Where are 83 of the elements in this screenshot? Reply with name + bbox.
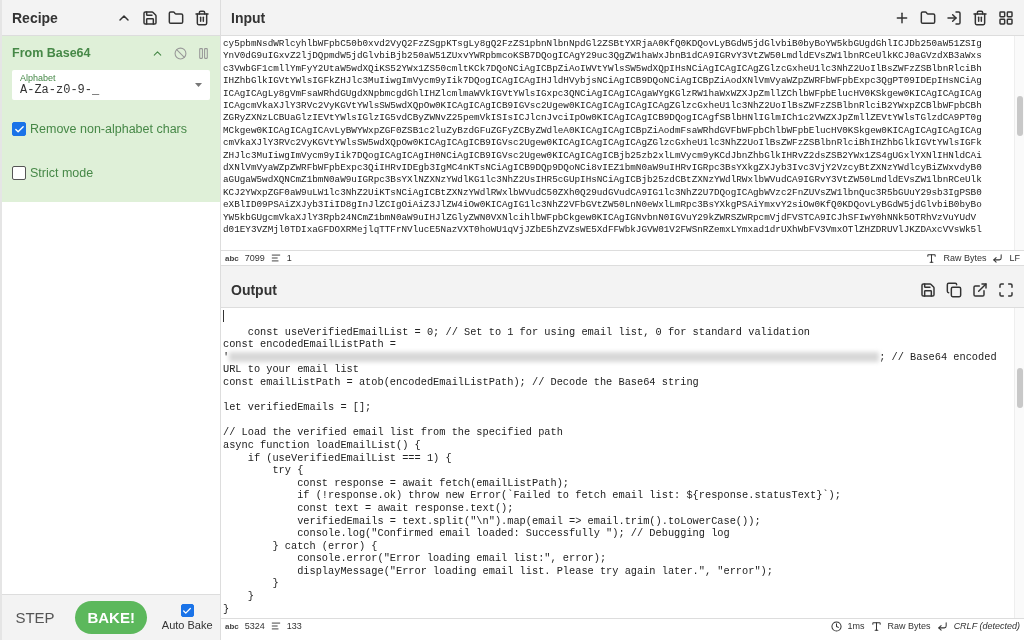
dropdown-caret-icon	[195, 83, 202, 87]
panel-title: Input	[231, 9, 267, 26]
input-text-line: KCJ2YWxpZGF0aW9uLW1lc3NhZ2UiKTsNCiAgICBtZXNzYWdlRWxlbWVudC50ZXh0Q29udGVudCA9IG1lc3NhZ2U7DQogICAgbWVzc2FnZUVsZW1lbnQuc3R5bGUuY29sb3IgPSB0	[223, 186, 982, 198]
checkbox-label: Remove non-alphabet chars	[30, 122, 188, 136]
folder-icon[interactable]	[920, 9, 936, 26]
import-icon[interactable]	[946, 9, 962, 26]
encoding-selector[interactable]: Raw Bytes	[943, 253, 987, 263]
length-label: abc	[225, 253, 239, 263]
scrollbar-thumb[interactable]	[1017, 368, 1023, 408]
code-line: if (useVerifiedEmailList === 1) {	[246, 451, 452, 464]
step-button[interactable]: STEP	[9, 603, 61, 632]
code-line: const encodedEmailListPath =	[223, 338, 397, 351]
bake-time: 1ms	[847, 621, 865, 631]
code-line: ; // Base64 encoded	[879, 350, 997, 363]
code-line: console.log("Confirmed email loaded: Successfully "); // Debugging log	[296, 527, 730, 540]
input-text-line: c3VwbGF1cmllYmFyY2UtaW5wdXQiKS52YWx1ZS50cmltKCk7DQoNCiAgICBpZiAoIWVtYWlsSW5wdXQpIHsNCiAgICAgICAgZGlzcGxheU1lc3NhZ2UoIlBsZWFzZSBlbnRlciBh	[223, 62, 982, 74]
return-icon	[936, 620, 948, 632]
input-text-line: aGUgaW5wdXQNCmZ1bmN0aW9uIGRpc3BsYXlNZXNzYWdlKG1lc3NhZ2UsIHR5cGUpIHsNCiAgICBjb25zdCBtZXNzYWdlRWxlbWVudCA9IGRvY3VtZW50LmdldEVsZW1lbnRCeUlk	[223, 174, 982, 186]
input-text-line: d01EY3VZMjl0TDIxaGFDOXRMejlqTTFrNVlucE5NazVXT0hoWU1qVjJZbE5hZVZsWE5XdFFWbkJGVW01V2FWSnRZemxLYmxad1drUXhWbFV3VmxOTlZHZDRUVlJKZDAxcVVsWk5l	[223, 224, 982, 236]
return-icon	[992, 252, 1004, 264]
length-count: 7099	[244, 253, 265, 263]
eol-selector[interactable]: LF	[1009, 253, 1020, 263]
lines-icon	[270, 253, 281, 263]
input-text-line: YW5kbGUgcmVkaXJlY3Rpb24NCmZ1bmN0aW9uIHJlZGlyZWN0VXNlcihlbWFpbCkgew0KICAgIGNvbnN0IGVuY29kZWRSZWRpcmVjdFVSTCA9ICJhSFIwY0hNNk5OTRhVzVuYUdV	[223, 211, 977, 223]
code-line: }	[246, 590, 254, 603]
code-line: let verifiedEmails = [];	[223, 401, 372, 414]
code-line: console.error("Error loading email list:", error);	[296, 552, 607, 565]
code-line: const emailListPath = atob(encodedEmailListPath); // Decode the Base64 string	[223, 375, 699, 388]
input-text-line: IHZhbGlkIGVtYWlsIGFkZHJlc3MuIiwgImVycm9yIik7DQogICAgICAgIHJldHVybjsNCiAgICB9DQoNCiAgICBpZiAodXNlVmVyaWZpZWRFbWFpbExpc3QgPT09IDEpIHsNCiAg	[223, 75, 982, 87]
length-count: 5324	[244, 621, 265, 631]
open-in-new-icon[interactable]	[972, 281, 988, 298]
code-line: const response = await fetch(emailListPath);	[296, 476, 570, 489]
folder-icon[interactable]	[168, 9, 184, 26]
code-line: displayMessage("Error loading email list. Please try again later.", "error");	[296, 564, 773, 577]
expand-icon[interactable]	[998, 281, 1014, 298]
text-encoding-icon	[870, 620, 882, 632]
operation-title: From Base64	[12, 46, 92, 60]
input-text-line: dXNlVmVyaWZpZWRFbWFpbExpc3QiIHRvIDEgb3IgMC4nKTsNCiAgICB9DQp9DQoNCi8vIEZ1bmN0aW9uIHRvIGRpc3BsYXkgZXJyb3Ivc3VjY2VzcyBtZXNzYWdlcyBiZWxvdyB0	[223, 162, 982, 174]
trash-icon[interactable]	[972, 9, 988, 26]
panel-title: Output	[231, 281, 278, 298]
save-icon[interactable]	[920, 281, 936, 298]
code-line: const useVerifiedEmailList = 0; // Set to 1 for using email list, 0 for standard validation	[246, 325, 811, 338]
copy-icon[interactable]	[946, 281, 962, 298]
code-line: // Load the verified email list from the specified path	[223, 426, 563, 439]
input-text-line: ICAgcmVkaXJlY3RVc2VyKGVtYWlsSW5wdXQpOw0KICAgICAgICB9IGVsc2Ugew0KICAgICAgICAgICAgZGlzcGxheU1lc3NhZ2UoIlBsZWFzZSBlbnRlciB2YWxpZCBlbWFpbCBh	[223, 100, 982, 112]
checkbox-label: Strict mode	[30, 166, 94, 180]
grid-icon[interactable]	[998, 9, 1014, 26]
checkbox-label: Auto Bake	[161, 619, 213, 631]
input-text-line: ZGRyZXNzLCBUaGlzIEVtYWlsIGlzIG5vdCByZWNvZ25pemVkISIsICJlcnJvciIpOw0KICAgICAgICB9DQogICAgfSBlbHNlIGlmICh1c2VWZXJpZmllZEVtYWlsTGlzdCA9PT0g	[223, 112, 982, 124]
line-count: 1	[286, 253, 292, 263]
code-line: }	[223, 602, 230, 615]
input-text-line: cy5pbmNsdWRlcyhlbWFpbC50b0xvd2VyQ2FzZSgpKTsgLy8gQ2FzZS1pbnNlbnNpdGl2ZSBtYXRjaA0KfQ0KDQovLyBGdW5jdGlvbiB0byBoYW5kbGUgdGhlICJDb250aW51ZSIg	[223, 38, 982, 49]
checkbox[interactable]	[12, 166, 26, 180]
code-line: async function loadEmailList() {	[223, 438, 421, 451]
trash-icon[interactable]	[194, 9, 210, 26]
code-line: }	[271, 577, 279, 590]
text-cursor	[223, 310, 224, 322]
scrollbar-thumb[interactable]	[1017, 96, 1023, 136]
code-line: URL to your email list	[223, 363, 359, 376]
lines-icon	[270, 621, 281, 631]
line-count: 133	[286, 621, 302, 631]
save-icon[interactable]	[142, 9, 158, 26]
input-text-line: YnV0dG9uIGxvZ2ljDQpmdW5jdGlvbiBjb250aW51ZUxvYWRpbmcoKSB7DQogICAgY29uc3QgZW1haWxJbnB1dCA9IGRvY3VtZW50LmdldEVsZW1lbnRCeUlkKCJ0aGVzdXB3aWxs	[223, 50, 982, 62]
alphabet-dropdown[interactable]: Alphabet A-Za-z0-9-_	[12, 70, 210, 100]
panel-title: Recipe	[12, 9, 59, 26]
eol-selector[interactable]: CRLF (detected)	[953, 621, 1020, 631]
encoding-selector[interactable]: Raw Bytes	[887, 621, 931, 631]
length-label: abc	[225, 621, 239, 631]
quote-mark: '	[223, 350, 230, 363]
input-text-line: cmVkaXJlY3RVc2VyKGVtYWlsSW5wdXQpOw0KICAgICAgICB9IGVsc2Ugew0KICAgICAgICAgICAgZGlzcGxheU1lc3NhZ2UoIlBsZWFzZSBlbnRlciBhIHZhbGlkIGVtYWlsIGFk	[223, 137, 982, 149]
checkbox[interactable]	[180, 604, 194, 617]
input-text-line: ICAgICAgLy8gVmFsaWRhdGUgdXNpbmcgdGhlIHZlcmlmaWVkIGVtYWlsIGxpc3QNCiAgICAgICAgaWYgKGlzRW1haWxWZXJpZmllZChlbWFpbElucHV0KSkgew0KICAgICAgICAg	[223, 87, 982, 99]
input-text-line: MCkgew0KICAgICAgICAvLyBWYWxpZGF0ZSB1c2luZyBzdGFuZGFyZCByZWdleA0KICAgICAgICBpZiAodmFsaWRhdGVFbWFpbChlbWFpbElucHV0KSkgew0KICAgICAgICAgICAg	[223, 124, 982, 136]
clock-icon	[830, 620, 842, 632]
code-line: } catch (error) {	[271, 539, 378, 552]
checkbox[interactable]	[12, 122, 26, 136]
code-line: try {	[271, 464, 304, 477]
code-line: const text = await response.text();	[296, 501, 514, 514]
input-text-line: eXBlID09PSAiZXJyb3IiID8gInJlZCIgOiAiZ3JlZW4iOw0KICAgIG1lc3NhZ2VFbGVtZW50LnN0eWxlLmRpc3BsYXkgPSAiYmxvY2siOw0KfQ0KDQovLyBGdW5jdGlvbiB0byBo	[223, 199, 982, 211]
code-line: if (!response.ok) throw new Error(`Failed to fetch email list: ${response.statusText}`);	[296, 489, 841, 502]
text-encoding-icon	[926, 252, 938, 264]
input-text-line: ZHJlc3MuIiwgImVycm9yIik7DQogICAgICAgIH0NCiAgICB9IGVsc2Ugew0KICAgICAgICBjb25zb2xlLmVycm9yKCdJbnZhbGlkIHRvZ2dsZSB2YWx1ZS4gUGxlYXNlIHNldCAi	[223, 149, 982, 161]
code-line: verifiedEmails = text.split("\n").map(email => email.trim().toLowerCase());	[296, 514, 761, 527]
